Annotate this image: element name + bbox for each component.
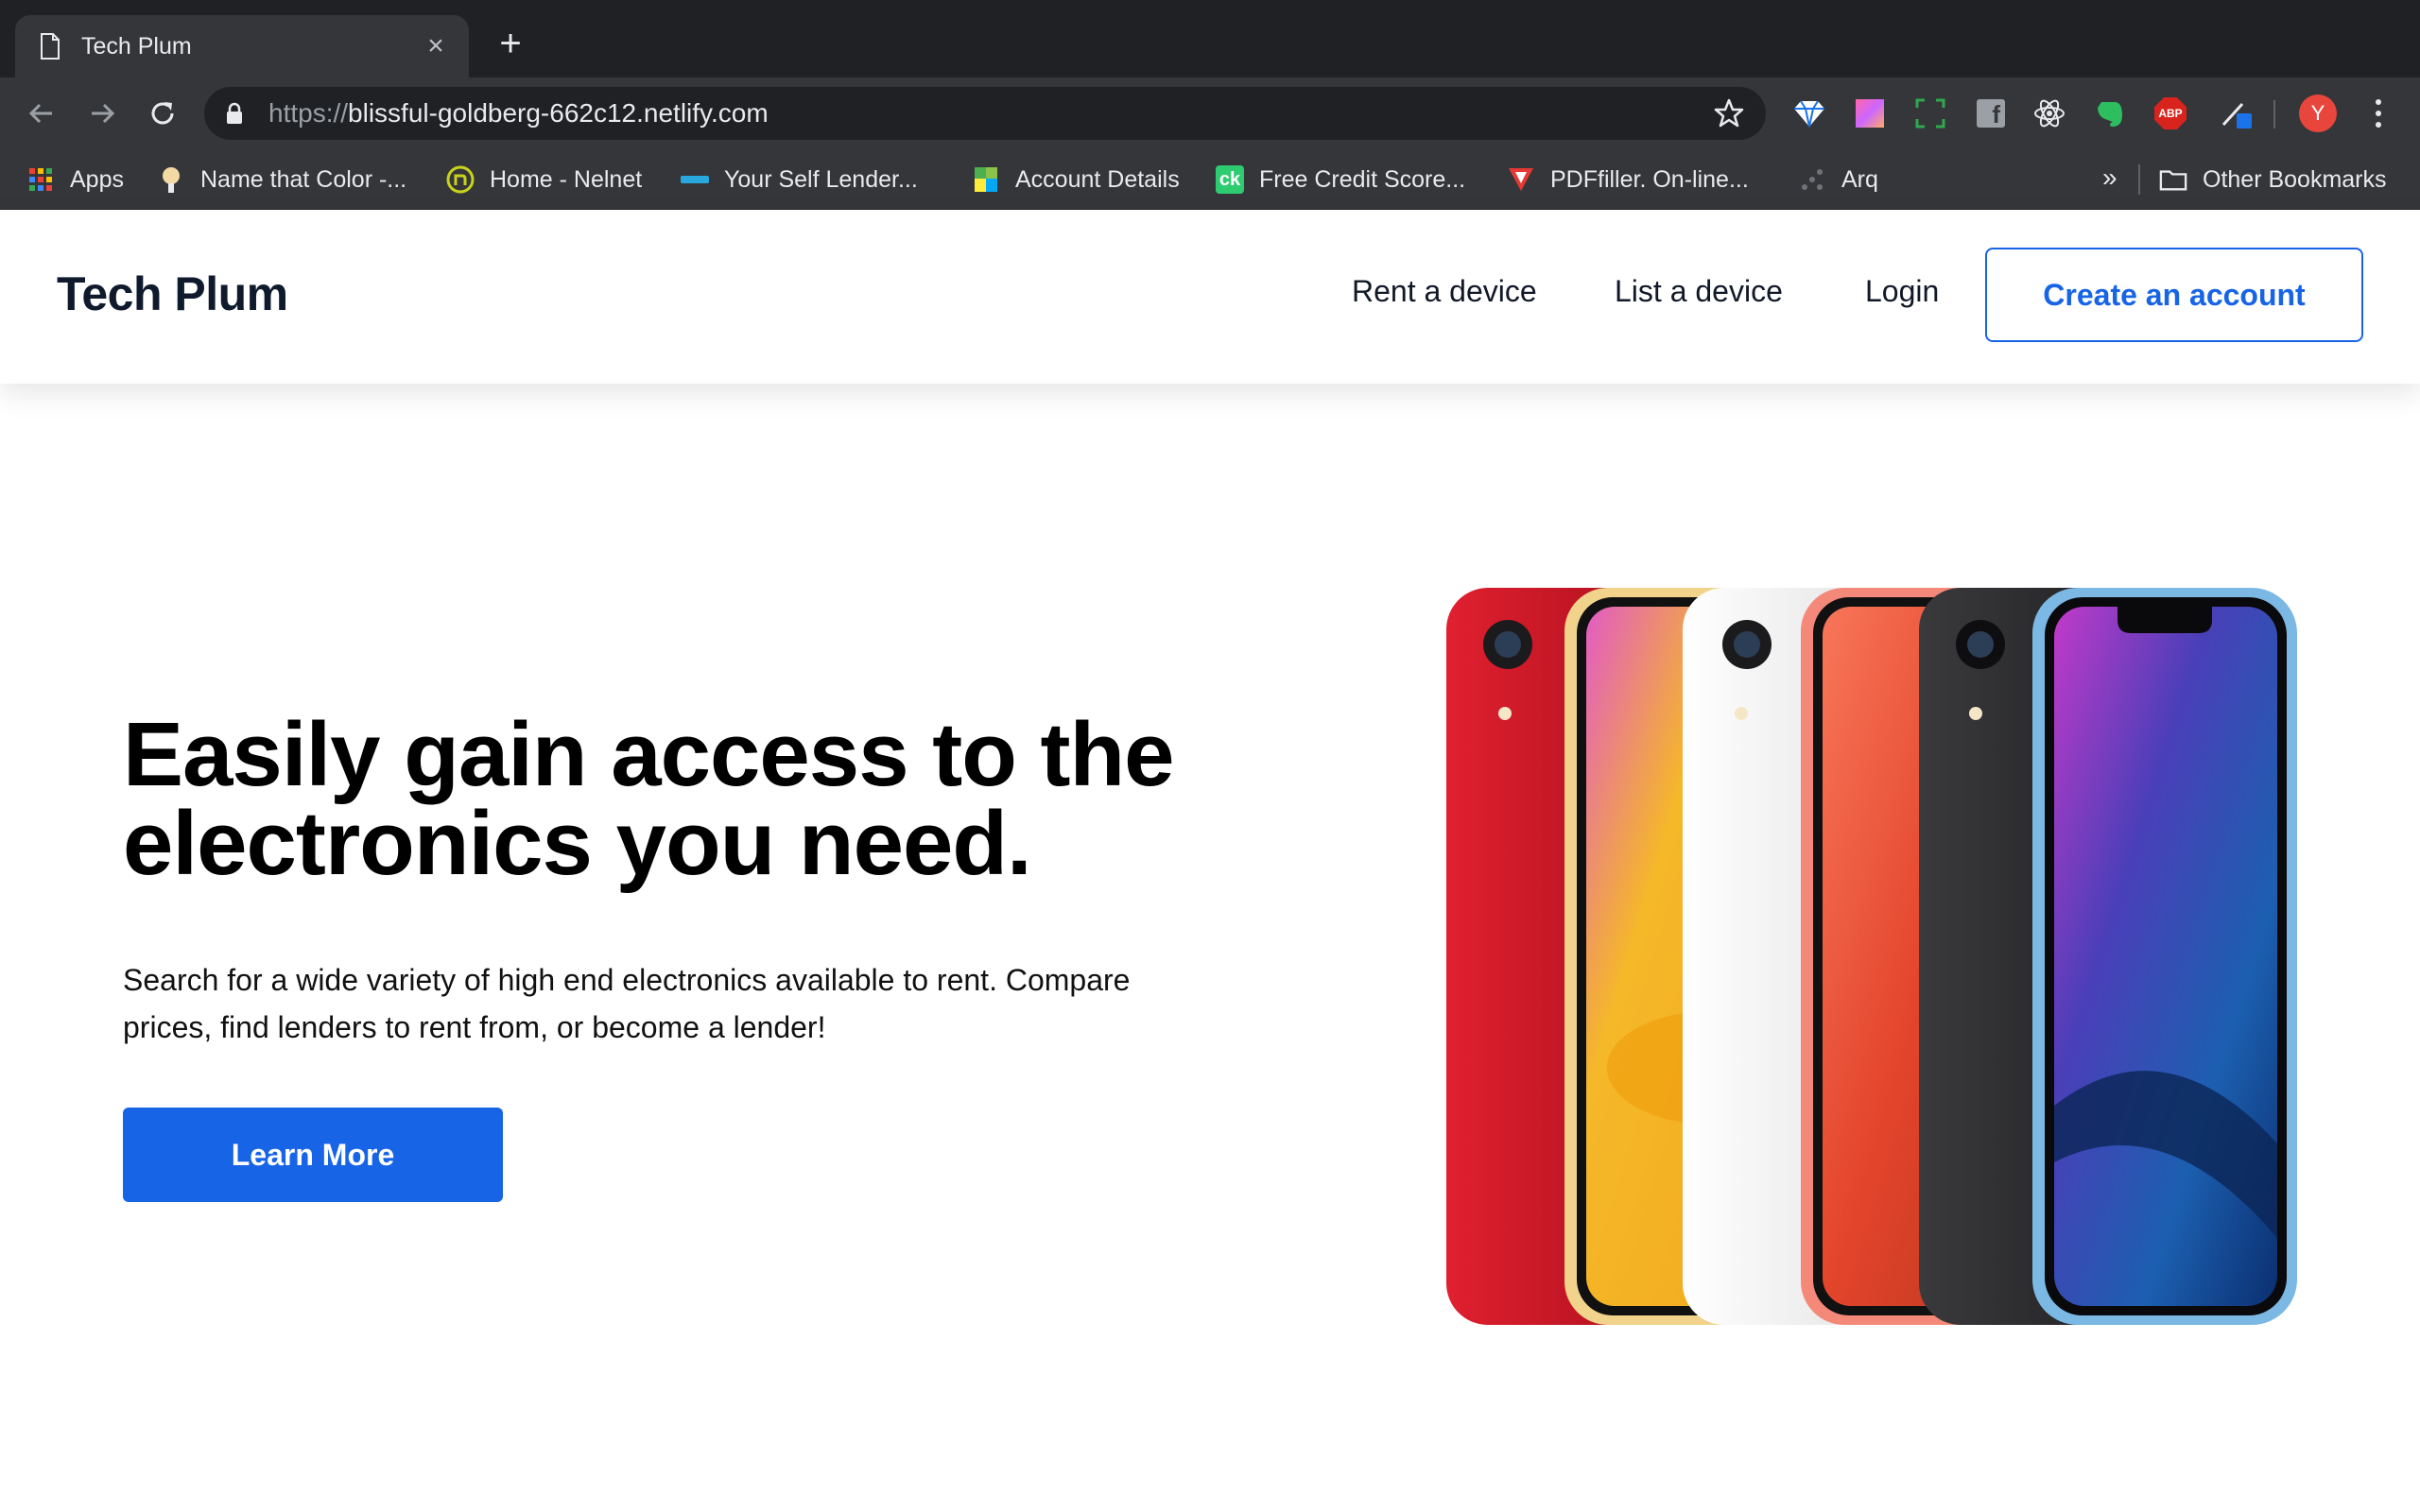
pdffiller-icon [1507, 165, 1535, 194]
hero-title: Easily gain access to the electronics yo… [123, 704, 1175, 894]
reload-icon [151, 102, 174, 125]
bookmark-account-details[interactable]: Account Details [972, 161, 1180, 198]
nelnet-icon [446, 165, 475, 194]
react-devtools-icon[interactable] [2032, 96, 2066, 130]
facebook-icon[interactable]: f [1974, 96, 2008, 130]
bookmark-free-credit-score[interactable]: ck Free Credit Score... [1216, 161, 1465, 198]
color-picker-ext-icon[interactable] [2220, 96, 2254, 130]
bookmark-label: Free Credit Score... [1259, 165, 1466, 193]
evernote-icon[interactable] [2093, 96, 2127, 130]
adblock-plus-icon[interactable]: ABP [2153, 96, 2187, 130]
browser-menu-icon[interactable] [2367, 96, 2390, 130]
page-icon [41, 33, 60, 60]
iphone-lineup-image [1446, 588, 2297, 1325]
phone-blue [2032, 588, 2297, 1325]
arq-icon [1798, 165, 1826, 194]
folder-icon [2159, 165, 2187, 194]
bookmark-pdffiller[interactable]: PDFfiller. On-line... [1507, 161, 1749, 198]
reload-button[interactable] [140, 91, 185, 136]
apps-grid-icon [26, 165, 55, 194]
bookmarks-bar: Apps Name that Color -... Home - Nelnet … [0, 149, 2420, 210]
url-text: https://blissful-goldberg-662c12.netlify… [268, 98, 1713, 129]
screenshot-icon[interactable] [1913, 96, 1947, 130]
bookmarks-divider [2138, 164, 2140, 195]
profile-avatar[interactable]: Y [2299, 94, 2337, 132]
gradient-icon[interactable] [1853, 96, 1887, 130]
bookmark-name-that-color[interactable]: Name that Color -... [157, 161, 406, 198]
bookmark-label: Arq [1841, 165, 1878, 193]
other-bookmarks-folder[interactable]: Other Bookmarks [2159, 161, 2387, 198]
bookmark-star-icon[interactable] [1713, 97, 1745, 129]
address-bar[interactable]: https://blissful-goldberg-662c12.netlify… [204, 87, 1766, 140]
bookmark-label: Home - Nelnet [490, 165, 643, 193]
arrow-left-icon [28, 103, 52, 124]
bookmark-nelnet[interactable]: Home - Nelnet [446, 161, 642, 198]
site-header: Tech Plum Rent a device List a device Lo… [0, 210, 2420, 384]
bookmark-label: Your Self Lender... [724, 165, 918, 193]
close-tab-icon[interactable]: × [422, 32, 450, 60]
account-details-icon [972, 165, 1000, 194]
forward-button[interactable] [79, 91, 125, 136]
bookmark-arq[interactable]: Arq [1798, 161, 1878, 198]
bookmark-label: Name that Color -... [200, 165, 407, 193]
credit-karma-icon: ck [1216, 165, 1244, 194]
toolbar-divider [2273, 100, 2275, 129]
url-scheme: https:// [268, 98, 349, 128]
bookmark-label: Apps [70, 165, 124, 193]
nav-login[interactable]: Login [1865, 274, 1939, 309]
bookmark-label: Other Bookmarks [2203, 165, 2387, 193]
arrow-right-icon [92, 103, 115, 124]
hero-subtitle: Search for a wide variety of high end el… [123, 963, 1131, 1044]
bookmarks-overflow-button[interactable]: » [2102, 163, 2118, 193]
back-button[interactable] [19, 91, 64, 136]
bookmark-label: PDFfiller. On-line... [1550, 165, 1749, 193]
sketch-icon[interactable] [1792, 96, 1826, 130]
create-account-button[interactable]: Create an account [1985, 248, 2363, 342]
new-tab-button[interactable]: + [492, 25, 529, 62]
bookmark-apps[interactable]: Apps [26, 161, 124, 198]
browser-toolbar: https://blissful-goldberg-662c12.netlify… [0, 77, 2420, 149]
site-logo[interactable]: Tech Plum [57, 266, 288, 321]
browser-tab-strip: Tech Plum × + [0, 0, 2420, 77]
tab-title: Tech Plum [81, 32, 192, 60]
color-picker-icon [157, 165, 185, 194]
nav-rent-a-device[interactable]: Rent a device [1352, 274, 1537, 309]
url-host: blissful-goldberg-662c12.netlify.com [348, 98, 769, 128]
self-lender-icon [681, 165, 709, 194]
browser-tab[interactable]: Tech Plum × [15, 15, 469, 77]
bookmark-self-lender[interactable]: Your Self Lender... [681, 161, 918, 198]
bookmark-label: Account Details [1015, 165, 1180, 193]
learn-more-button[interactable]: Learn More [123, 1108, 503, 1202]
lock-icon [227, 102, 242, 124]
nav-list-a-device[interactable]: List a device [1615, 274, 1783, 309]
